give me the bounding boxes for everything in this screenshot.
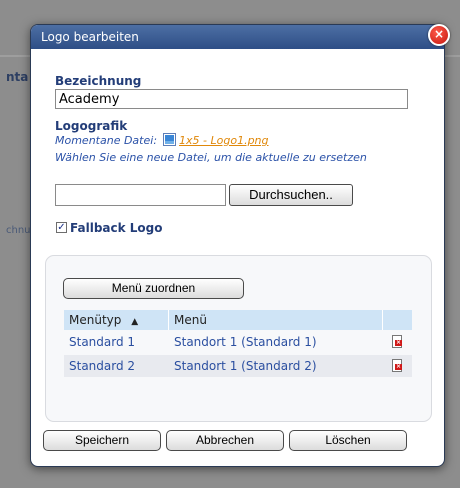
current-file-link[interactable]: 1x5 - Logo1.png [179, 134, 268, 147]
delete-file-icon[interactable]: × [392, 335, 402, 348]
row-menu-name: Standort 1 (Standard 2) [174, 359, 317, 373]
row-menu-type: Standard 2 [69, 359, 136, 373]
choose-file-hint: Wählen Sie eine neue Datei, um die aktue… [55, 151, 367, 164]
table-row[interactable]: Standard 2 Standort 1 (Standard 2) × [64, 355, 412, 377]
file-image-icon [162, 133, 176, 146]
current-file-label: Momentane Datei: [55, 134, 158, 147]
browse-button[interactable]: Durchsuchen.. [229, 184, 353, 206]
close-icon[interactable]: × [428, 24, 450, 46]
delete-button[interactable]: Löschen [289, 430, 407, 451]
current-file-row: Momentane Datei: 1x5 - Logo1.png [55, 133, 269, 148]
background-text-fragment: nta [6, 70, 29, 84]
cancel-button[interactable]: Abbrechen [166, 430, 284, 451]
bezeichnung-label: Bezeichnung [55, 74, 142, 88]
file-path-input[interactable] [55, 184, 226, 206]
column-header-type-label: Menütyp [69, 313, 122, 327]
dialog-header[interactable]: Logo bearbeiten [31, 25, 444, 49]
fallback-logo-label: Fallback Logo [70, 221, 163, 235]
column-header-menu[interactable]: Menü [174, 313, 207, 327]
column-divider [168, 310, 169, 330]
row-menu-name: Standort 1 (Standard 1) [174, 335, 317, 349]
fallback-logo-checkbox[interactable]: ✓ [56, 222, 67, 233]
menu-table-header: Menütyp ▲ Menü [64, 310, 412, 330]
dialog-title: Logo bearbeiten [41, 30, 139, 44]
sort-ascending-icon: ▲ [131, 317, 139, 327]
column-divider [382, 310, 383, 330]
column-header-type[interactable]: Menütyp ▲ [69, 313, 138, 327]
table-row[interactable]: Standard 1 Standort 1 (Standard 1) × [64, 331, 412, 353]
bezeichnung-input[interactable] [55, 89, 408, 109]
row-menu-type: Standard 1 [69, 335, 136, 349]
save-button[interactable]: Speichern [43, 430, 161, 451]
background-text-fragment: chnu [6, 225, 31, 236]
delete-file-icon[interactable]: × [392, 359, 402, 372]
logografik-label: Logografik [55, 119, 128, 133]
assign-menu-button[interactable]: Menü zuordnen [63, 278, 244, 299]
